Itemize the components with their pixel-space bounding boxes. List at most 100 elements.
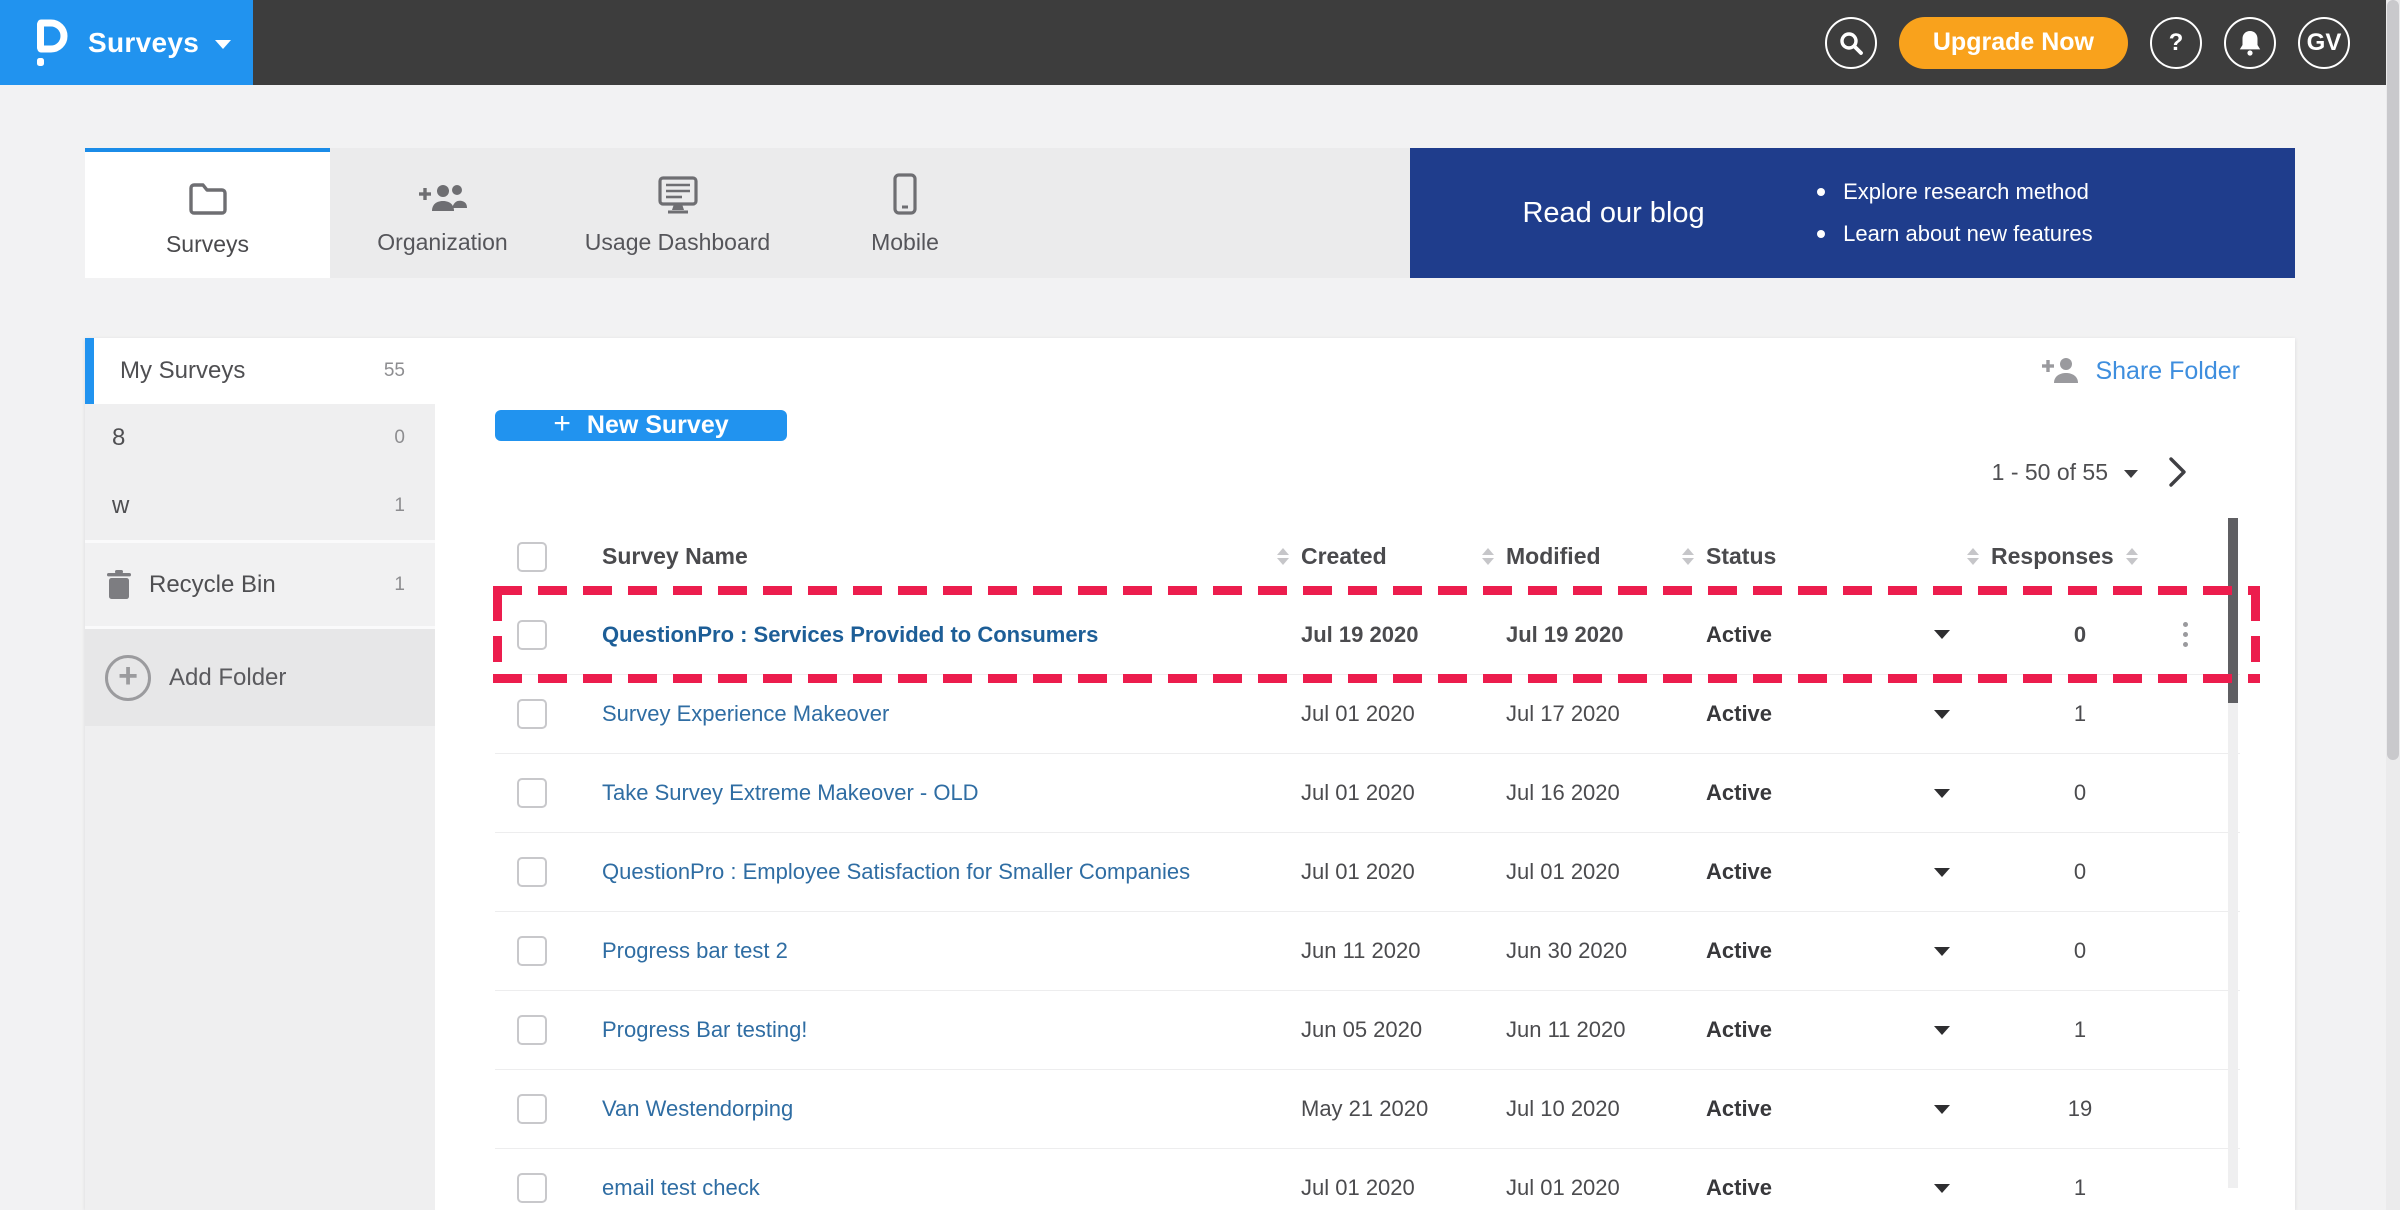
table-row[interactable]: Van Westendorping May 21 2020 Jul 10 202… <box>495 1069 2240 1148</box>
table-scrollbar-thumb[interactable] <box>2228 518 2238 703</box>
sidebar-filler <box>85 726 435 1210</box>
share-person-add-icon <box>2041 356 2081 386</box>
sort-icon[interactable] <box>1967 548 1979 565</box>
banner-bullet-text: Explore research method <box>1843 179 2089 205</box>
tab-mobile[interactable]: Mobile <box>800 148 1010 278</box>
share-folder-link[interactable]: Share Folder <box>2095 357 2240 386</box>
sidebar-item-folder-w[interactable]: w 1 <box>85 472 435 540</box>
col-modified[interactable]: Modified <box>1470 543 1670 570</box>
survey-name-link[interactable]: Van Westendorping <box>602 1096 793 1122</box>
col-survey-name[interactable]: Survey Name <box>580 543 1265 570</box>
bullet-icon <box>1817 188 1825 196</box>
row-checkbox[interactable] <box>517 1173 547 1203</box>
row-checkbox[interactable] <box>517 1015 547 1045</box>
sidebar-item-recycle-bin[interactable]: Recycle Bin 1 <box>85 540 435 626</box>
help-button[interactable]: ? <box>2150 17 2202 69</box>
survey-name-link[interactable]: Survey Experience Makeover <box>602 701 889 727</box>
status-dropdown-caret[interactable] <box>1934 868 1950 877</box>
sidebar-item-folder-8[interactable]: 8 0 <box>85 404 435 472</box>
status-dropdown-caret[interactable] <box>1934 947 1950 956</box>
sort-icon[interactable] <box>1682 548 1694 565</box>
sort-icon[interactable] <box>1277 548 1289 565</box>
folder-label: w <box>112 492 129 520</box>
table-row[interactable]: QuestionPro : Employee Satisfaction for … <box>495 832 2240 911</box>
status-dropdown-caret[interactable] <box>1934 1026 1950 1035</box>
module-tabs: Surveys Organization <box>85 148 1410 278</box>
tab-organization[interactable]: Organization <box>330 148 555 278</box>
sidebar-item-my-surveys[interactable]: My Surveys 55 <box>85 338 435 404</box>
status-dropdown-caret[interactable] <box>1934 710 1950 719</box>
modified-cell: Jul 01 2020 <box>1470 1175 1670 1201</box>
created-cell: Jul 01 2020 <box>1265 1175 1470 1201</box>
status-dropdown-caret[interactable] <box>1934 630 1950 639</box>
avatar[interactable]: GV <box>2298 17 2350 69</box>
search-button[interactable] <box>1825 17 1877 69</box>
sort-icon[interactable] <box>1482 548 1494 565</box>
sort-icon[interactable] <box>2126 548 2138 565</box>
survey-name-link[interactable]: QuestionPro : Employee Satisfaction for … <box>602 859 1190 885</box>
status-value: Active <box>1706 701 1772 727</box>
row-checkbox[interactable] <box>517 620 547 650</box>
responses-cell: 1 <box>1955 1017 2135 1043</box>
plus-circle-icon: + <box>105 655 151 701</box>
status-dropdown-caret[interactable] <box>1934 1105 1950 1114</box>
recycle-bin-label: Recycle Bin <box>149 571 276 599</box>
table-row[interactable]: Take Survey Extreme Makeover - OLD Jul 0… <box>495 753 2240 832</box>
plus-icon: + <box>553 407 571 441</box>
blog-banner[interactable]: Read our blog Explore research method Le… <box>1410 148 2295 278</box>
add-folder-button[interactable]: + Add Folder <box>85 626 435 726</box>
page-scrollbar-thumb[interactable] <box>2387 0 2399 760</box>
page-scrollbar[interactable] <box>2386 0 2400 1210</box>
row-checkbox[interactable] <box>517 857 547 887</box>
banner-bullets: Explore research method Learn about new … <box>1817 179 2093 247</box>
surveys-card: My Surveys 55 8 0 w 1 Recycle Bin 1 + Ad… <box>85 338 2295 1210</box>
status-dropdown-caret[interactable] <box>1934 789 1950 798</box>
row-menu-kebab-icon[interactable] <box>2183 622 2188 647</box>
search-icon <box>1838 30 1864 56</box>
tab-surveys[interactable]: Surveys <box>85 148 330 278</box>
status-value: Active <box>1706 1017 1772 1043</box>
table-row[interactable]: QuestionPro : Services Provided to Consu… <box>495 595 2240 674</box>
upgrade-now-button[interactable]: Upgrade Now <box>1899 17 2128 69</box>
col-status[interactable]: Status <box>1670 543 1955 570</box>
table-scrollbar[interactable] <box>2228 518 2238 1188</box>
chevron-down-icon <box>215 40 231 49</box>
status-value: Active <box>1706 780 1772 806</box>
tab-usage-dashboard[interactable]: Usage Dashboard <box>555 148 800 278</box>
folder-count: 55 <box>384 360 435 382</box>
banner-title: Read our blog <box>1410 197 1817 230</box>
next-page-button[interactable] <box>2164 455 2190 489</box>
created-cell: Jul 19 2020 <box>1265 622 1470 648</box>
col-created[interactable]: Created <box>1265 543 1470 570</box>
survey-name-link[interactable]: Progress Bar testing! <box>602 1017 807 1043</box>
row-checkbox[interactable] <box>517 778 547 808</box>
col-responses[interactable]: Responses <box>1955 543 2135 570</box>
table-row[interactable]: Progress bar test 2 Jun 11 2020 Jun 30 2… <box>495 911 2240 990</box>
table-row[interactable]: Survey Experience Makeover Jul 01 2020 J… <box>495 674 2240 753</box>
survey-name-link[interactable]: QuestionPro : Services Provided to Consu… <box>602 622 1098 648</box>
monitor-list-icon <box>655 171 701 215</box>
table-row[interactable]: Progress Bar testing! Jun 05 2020 Jun 11… <box>495 990 2240 1069</box>
responses-cell: 0 <box>1955 859 2135 885</box>
row-checkbox[interactable] <box>517 1094 547 1124</box>
select-all-checkbox[interactable] <box>517 542 547 572</box>
created-cell: May 21 2020 <box>1265 1096 1470 1122</box>
status-dropdown-caret[interactable] <box>1934 1184 1950 1193</box>
new-survey-button[interactable]: + New Survey <box>495 410 787 441</box>
tab-label: Surveys <box>166 231 249 258</box>
row-checkbox[interactable] <box>517 699 547 729</box>
table-row[interactable]: email test check Jul 01 2020 Jul 01 2020… <box>495 1148 2240 1210</box>
created-cell: Jul 01 2020 <box>1265 701 1470 727</box>
survey-name-link[interactable]: email test check <box>602 1175 760 1201</box>
responses-cell: 19 <box>1955 1096 2135 1122</box>
notifications-button[interactable] <box>2224 17 2276 69</box>
row-checkbox[interactable] <box>517 936 547 966</box>
product-switcher[interactable]: Surveys <box>0 0 253 85</box>
tab-label: Mobile <box>871 229 939 256</box>
survey-name-link[interactable]: Progress bar test 2 <box>602 938 788 964</box>
created-cell: Jun 05 2020 <box>1265 1017 1470 1043</box>
phone-icon <box>892 171 918 215</box>
recycle-bin-count: 1 <box>394 574 435 596</box>
pagination-range-dropdown[interactable]: 1 - 50 of 55 <box>1992 459 2138 486</box>
survey-name-link[interactable]: Take Survey Extreme Makeover - OLD <box>602 780 979 806</box>
